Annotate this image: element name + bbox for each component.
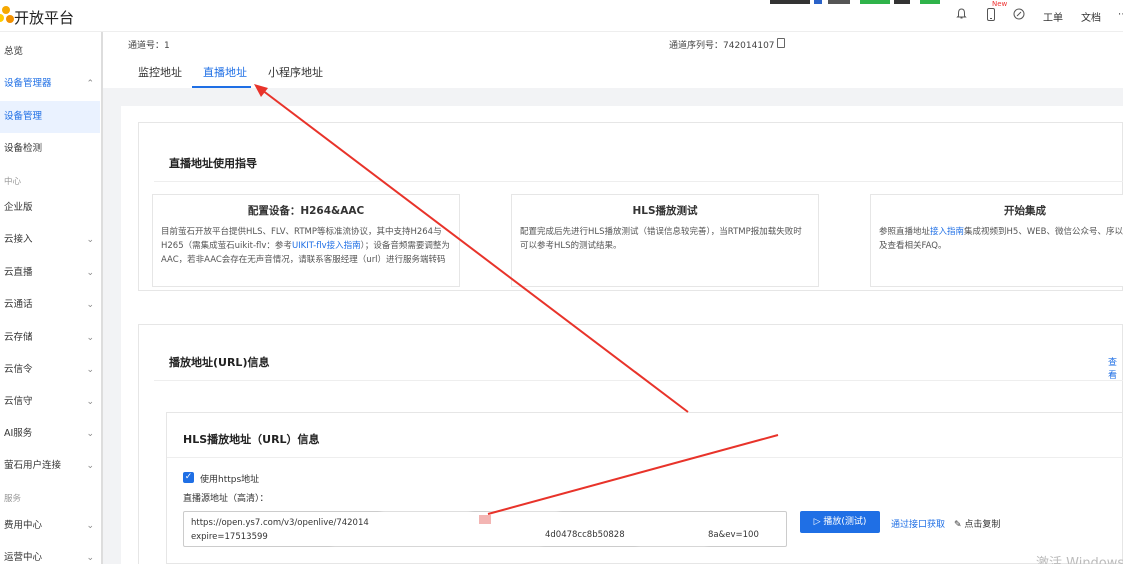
hls-divider — [167, 457, 1123, 458]
url-info-divider — [154, 380, 1123, 381]
browser-strip — [770, 0, 970, 5]
guide-box-hls-test: HLS播放测试 配置完成后先进行HLS播放测试（错误信息较完善），当RTMP报加… — [511, 194, 819, 287]
chevron-down-icon: ⌄ — [86, 268, 94, 278]
new-badge: New — [992, 0, 1008, 8]
redaction-blur — [332, 529, 542, 545]
sidebar-section-service: 服务 — [4, 494, 22, 504]
active-tab-indicator — [192, 86, 251, 88]
chevron-down-icon: ⌄ — [86, 553, 94, 563]
access-guide-link[interactable]: 接入指南 — [930, 227, 964, 237]
redaction-blur — [489, 512, 559, 526]
sidebar-item-cloud-live[interactable]: 云直播 ⌄ — [0, 257, 100, 289]
phone-icon[interactable] — [985, 8, 997, 21]
windows-watermark: 激活 Windows — [1036, 556, 1123, 564]
url-info-title: 播放地址(URL)信息 — [169, 356, 270, 369]
top-bar: 开放平台 New 工单 文档 ⋯ — [0, 0, 1123, 32]
chevron-down-icon: ⌄ — [86, 461, 94, 471]
redaction-blur — [637, 529, 707, 545]
sidebar-item-cloud-storage[interactable]: 云存储 ⌄ — [0, 322, 100, 354]
guide-title: 直播地址使用指导 — [169, 157, 257, 170]
guide-box-desc: 配置完成后先进行HLS播放测试（错误信息较完善），当RTMP报加载失败时可以参考… — [520, 227, 802, 251]
sidebar-item-user-connect[interactable]: 萤石用户连接 ⌄ — [0, 450, 100, 482]
play-icon: ▷ — [813, 517, 824, 527]
chevron-down-icon: ⌄ — [86, 333, 94, 343]
uikit-guide-link[interactable]: UIKIT-flv接入指南 — [292, 241, 361, 251]
sidebar-item-ai-service[interactable]: AI服务 ⌄ — [0, 418, 100, 450]
tab-live-address[interactable]: 直播地址 — [203, 64, 247, 80]
sidebar-item-device-manager[interactable]: 设备管理器 ⌃ — [0, 68, 100, 100]
url-fragment: 8a&ev=100 — [708, 530, 759, 540]
sidebar-item-device-check[interactable]: 设备检测 — [0, 133, 100, 165]
sidebar-item-enterprise[interactable]: 企业版 — [0, 192, 100, 224]
sidebar-item-cloud-access[interactable]: 云接入 ⌄ — [0, 224, 100, 256]
tab-miniprogram-address[interactable]: 小程序地址 — [268, 64, 323, 80]
hls-card: HLS播放地址（URL）信息 ✓ 使用https地址 直播源地址（高清）： ht… — [166, 412, 1123, 564]
sidebar-item-billing[interactable]: 费用中心 ⌄ — [0, 510, 100, 542]
guide-box-title: 配置设备：H264&AAC — [247, 205, 365, 217]
guide-box-title: 开始集成 — [1004, 205, 1046, 217]
sidebar: 总览 设备管理器 ⌃ 设备管理 设备检测 中心 企业版 云接入 ⌄ 云直播 ⌄ 云通话… — [0, 32, 103, 564]
sidebar-item-cloud-call[interactable]: 云通话 ⌄ — [0, 289, 100, 321]
api-fetch-link[interactable]: 通过接口获取 — [891, 517, 945, 530]
more-link[interactable]: ⋯ — [1118, 9, 1123, 20]
device-info-bar: 通道号：1 通道序列号：742014107 监控地址 直播地址 小程序地址 — [103, 32, 1123, 88]
guide-box-desc: 参照直播地址接入指南集成视频到H5、WEB、微信公众号、序以及查看相关FAQ。 — [879, 227, 1123, 251]
sidebar-item-cloud-guard[interactable]: 云信守 ⌄ — [0, 386, 100, 418]
logo-icon — [0, 6, 14, 24]
sidebar-item-operations[interactable]: 运营中心 ⌄ — [0, 542, 100, 564]
view-link[interactable]: 查看 — [1108, 355, 1123, 381]
hls-title: HLS播放地址（URL）信息 — [183, 433, 320, 446]
edit-icon: ✎ — [954, 520, 965, 530]
channel-serial: 通道序列号：742014107 — [669, 41, 775, 51]
chevron-up-icon: ⌃ — [86, 79, 94, 89]
sidebar-item-device-management[interactable]: 设备管理 — [0, 101, 100, 133]
content-panel: 直播地址使用指导 配置设备：H264&AAC 目前萤石开放平台提供HLS、FLV… — [121, 106, 1123, 564]
play-test-button[interactable]: ▷ 播放(测试) — [800, 511, 880, 533]
target-icon[interactable] — [1013, 8, 1025, 21]
brand-title[interactable]: 开放平台 — [14, 7, 74, 28]
redaction-mark — [479, 515, 491, 524]
sidebar-section-center: 中心 — [4, 177, 22, 187]
url-fragment: 4d0478cc8b50828 — [545, 530, 625, 540]
guide-box-integrate: 开始集成 参照直播地址接入指南集成视频到H5、WEB、微信公众号、序以及查看相关… — [870, 194, 1123, 287]
copy-icon[interactable] — [777, 38, 785, 48]
guide-box-config: 配置设备：H264&AAC 目前萤石开放平台提供HLS、FLV、RTMP等标准流… — [152, 194, 460, 287]
channel-number: 通道号：1 — [128, 41, 170, 51]
sidebar-item-overview[interactable]: 总览 — [0, 36, 100, 68]
main-area: 通道号：1 通道序列号：742014107 监控地址 直播地址 小程序地址 直播… — [103, 32, 1123, 564]
sidebar-item-cloud-signal[interactable]: 云信令 ⌄ — [0, 354, 100, 386]
chevron-down-icon: ⌄ — [86, 365, 94, 375]
chevron-down-icon: ⌄ — [86, 235, 94, 245]
guide-box-desc: 目前萤石开放平台提供HLS、FLV、RTMP等标准流协议，其中支持H264与H2… — [161, 227, 450, 265]
chevron-down-icon: ⌄ — [86, 521, 94, 531]
https-checkbox-label: 使用https地址 — [200, 475, 260, 485]
bell-icon[interactable] — [955, 8, 967, 21]
chevron-down-icon: ⌄ — [86, 397, 94, 407]
https-checkbox[interactable]: ✓ — [183, 472, 194, 483]
chevron-down-icon: ⌄ — [86, 300, 94, 310]
tab-monitor-address[interactable]: 监控地址 — [138, 64, 182, 80]
chevron-down-icon: ⌄ — [86, 429, 94, 439]
guide-divider — [154, 181, 1123, 182]
guide-box-title: HLS播放测试 — [632, 205, 698, 217]
ticket-link[interactable]: 工单 — [1043, 9, 1063, 24]
click-copy-button[interactable]: ✎ 点击复制 — [954, 517, 1000, 530]
redaction-blur — [381, 512, 471, 526]
source-url-label: 直播源地址（高清）： — [183, 494, 269, 504]
docs-link[interactable]: 文档 — [1081, 9, 1101, 24]
